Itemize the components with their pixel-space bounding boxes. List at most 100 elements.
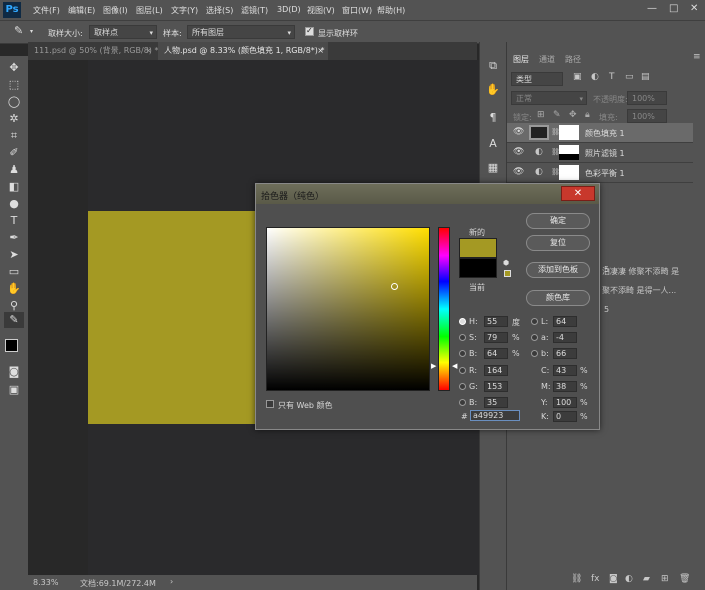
l-input[interactable]: 64: [553, 316, 577, 327]
eyedropper-icon[interactable]: ✎: [14, 24, 23, 37]
lock-move-icon[interactable]: ✥: [569, 110, 577, 120]
menu-select[interactable]: 选择(S): [206, 5, 233, 16]
link-layers-icon[interactable]: ⛓︎: [571, 574, 582, 584]
g-input[interactable]: 153: [484, 381, 508, 392]
eye-icon[interactable]: 👁︎: [513, 167, 524, 177]
close-dialog-button[interactable]: ✕: [561, 186, 595, 201]
type-tool-icon[interactable]: T: [4, 213, 24, 229]
r-input[interactable]: 164: [484, 365, 508, 376]
lock-brush-icon[interactable]: ✎: [553, 110, 561, 120]
layer-mask-thumbnail[interactable]: [559, 165, 579, 180]
menu-view[interactable]: 视图(V): [307, 5, 335, 16]
radio-g[interactable]: [459, 383, 466, 390]
gamut-warning-icon[interactable]: ⬢: [503, 259, 509, 267]
radio-lab-b[interactable]: [531, 350, 538, 357]
opacity-input[interactable]: 100%: [627, 91, 667, 105]
hue-arrow-right-icon[interactable]: ◀: [452, 362, 457, 370]
dodge-tool-icon[interactable]: ●: [4, 196, 24, 212]
current-color-swatch[interactable]: [459, 258, 497, 278]
web-safe-swatch[interactable]: [504, 270, 511, 277]
magic-wand-icon[interactable]: ✲: [4, 111, 24, 127]
history-icon[interactable]: ⧉: [485, 58, 501, 74]
radio-h[interactable]: [459, 318, 466, 325]
path-select-icon[interactable]: ➤: [4, 247, 24, 263]
hue-slider[interactable]: [438, 227, 450, 391]
radio-blue[interactable]: [459, 399, 466, 406]
eraser-tool-icon[interactable]: ◧: [4, 179, 24, 195]
menu-filter[interactable]: 滤镜(T): [241, 5, 268, 16]
hex-input[interactable]: a49923: [470, 410, 520, 421]
filter-smart-icon[interactable]: ▤: [641, 72, 650, 82]
screen-mode-icon[interactable]: ▣: [4, 382, 24, 398]
radio-s[interactable]: [459, 334, 466, 341]
eye-icon[interactable]: 👁︎: [513, 127, 524, 137]
layer-mask-thumbnail[interactable]: [559, 125, 579, 140]
menu-3d[interactable]: 3D(D): [277, 5, 301, 14]
color-libraries-button[interactable]: 颜色库: [526, 290, 590, 306]
minimize-button[interactable]: —: [647, 3, 657, 14]
m-input[interactable]: 38: [553, 381, 577, 392]
fx-icon[interactable]: fx: [591, 574, 600, 584]
trash-icon[interactable]: 🗑︎: [679, 574, 690, 584]
pen-tool-icon[interactable]: ✒: [4, 230, 24, 246]
lock-transparent-icon[interactable]: ⊞: [537, 110, 545, 120]
paragraph-icon[interactable]: ¶: [485, 110, 501, 126]
reset-button[interactable]: 复位: [526, 235, 590, 251]
tab-channels[interactable]: 通道: [539, 54, 555, 65]
dialog-titlebar[interactable]: 拾色器（纯色） ✕: [256, 184, 599, 204]
layer-row-photo-filter[interactable]: 👁︎ ◐ ⛓︎ 照片滤镜 1: [507, 143, 693, 163]
sample-select[interactable]: 所有图层 ▾: [187, 25, 295, 39]
filter-shape-icon[interactable]: ▭: [625, 72, 634, 82]
layer-mask-thumbnail[interactable]: [559, 145, 579, 160]
hand-tool-icon[interactable]: ✋: [4, 281, 24, 297]
menu-layer[interactable]: 图层(L): [136, 5, 163, 16]
new-group-icon[interactable]: ▰: [643, 574, 650, 584]
menu-image[interactable]: 图像(I): [103, 5, 128, 16]
close-tab-icon[interactable]: ×: [317, 42, 324, 60]
radio-a[interactable]: [531, 334, 538, 341]
color-cursor[interactable]: [391, 283, 398, 290]
filter-type-icon[interactable]: T: [609, 72, 615, 82]
move-tool-icon[interactable]: ✥: [4, 60, 24, 76]
marquee-tool-icon[interactable]: ⬚: [4, 77, 24, 93]
tab-paths[interactable]: 路径: [565, 54, 581, 65]
crop-tool-icon[interactable]: ⌗: [4, 128, 24, 144]
foreground-color-swatch[interactable]: [5, 339, 18, 352]
panel-menu-icon[interactable]: ≡: [693, 52, 701, 62]
layer-row-color-fill[interactable]: 👁︎ ⛓︎ 颜色填充 1: [507, 123, 693, 143]
s-input[interactable]: 79: [484, 332, 508, 343]
chevron-down-icon[interactable]: ▾: [30, 28, 33, 35]
hue-arrow-left-icon[interactable]: ▶: [431, 362, 436, 370]
h-input[interactable]: 55: [484, 316, 508, 327]
radio-r[interactable]: [459, 367, 466, 374]
tab-layers[interactable]: 图层: [513, 54, 529, 65]
sample-size-select[interactable]: 取样点 ▾: [89, 25, 157, 39]
add-to-swatches-button[interactable]: 添加到色板: [526, 262, 590, 278]
menu-file[interactable]: 文件(F): [33, 5, 60, 16]
maximize-button[interactable]: □: [669, 3, 678, 14]
layer-filter-select[interactable]: 类型: [511, 72, 563, 86]
quick-mask-icon[interactable]: ◙: [4, 364, 24, 380]
shape-tool-icon[interactable]: ▭: [4, 264, 24, 280]
actions-icon[interactable]: ✋: [485, 82, 501, 98]
blue-input[interactable]: 35: [484, 397, 508, 408]
lasso-tool-icon[interactable]: ◯: [4, 94, 24, 110]
eyedropper-tool-icon[interactable]: ✎: [4, 312, 24, 328]
lab-b-input[interactable]: 66: [553, 348, 577, 359]
properties-icon[interactable]: ▦: [485, 160, 501, 176]
color-fill-layer[interactable]: [88, 211, 258, 424]
blend-mode-select[interactable]: 正常 ▾: [511, 91, 587, 105]
c-input[interactable]: 43: [553, 365, 577, 376]
new-layer-icon[interactable]: ⊞: [661, 574, 669, 584]
filter-pixel-icon[interactable]: ▣: [573, 72, 582, 82]
close-window-button[interactable]: ✕: [690, 3, 698, 14]
menu-edit[interactable]: 编辑(E): [68, 5, 95, 16]
character-icon[interactable]: A: [485, 136, 501, 152]
close-tab-icon[interactable]: ×: [145, 42, 152, 60]
filter-adjust-icon[interactable]: ◐: [591, 72, 599, 82]
b-input[interactable]: 64: [484, 348, 508, 359]
tab-111-psd[interactable]: 111.psd @ 50% (背景, RGB/8) * ×: [28, 42, 158, 60]
brush-tool-icon[interactable]: ✐: [4, 145, 24, 161]
k-input[interactable]: 0: [553, 411, 577, 422]
web-only-checkbox[interactable]: [266, 400, 274, 408]
